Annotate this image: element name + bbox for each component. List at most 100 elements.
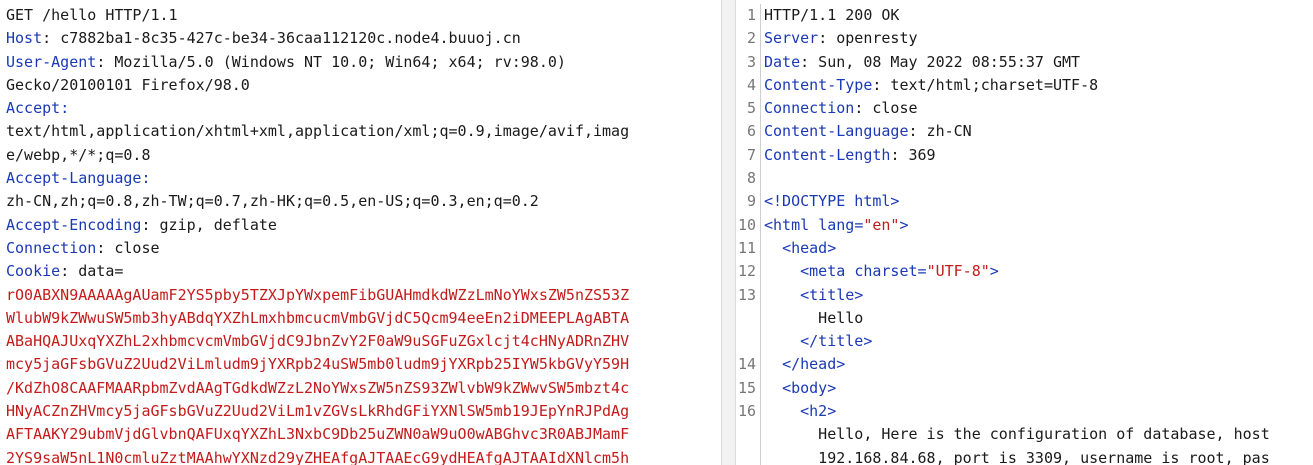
line-number: 13	[737, 285, 756, 304]
header-value: gzip, deflate	[159, 215, 277, 234]
code-token: <body>	[782, 378, 837, 397]
code-token: </title>	[800, 332, 873, 351]
line-number: 12	[737, 262, 756, 281]
code-text: <meta charset="UTF-8">	[764, 260, 999, 283]
response-line: 7 Content-Length: 369	[736, 143, 1313, 168]
cookie-value-line: 2YS9saW5nL1N0cmluZztMAAhwYXNzd29yZHEAfgA…	[6, 448, 630, 465]
response-line: </title>	[736, 330, 1313, 354]
line-number: 5	[746, 99, 756, 118]
line-number: 14	[737, 355, 756, 374]
code-token: 192.168.84.68, port is 3309, username is…	[764, 448, 1270, 465]
response-line: 5 Connection: close	[736, 97, 1313, 121]
code-token: <html	[764, 215, 819, 234]
gutter-divider	[760, 50, 761, 74]
code-token: : text/html;charset=UTF-8	[872, 75, 1099, 94]
code-token: =	[854, 215, 864, 234]
line-number: 16	[737, 402, 756, 421]
code-token: <meta	[800, 262, 855, 281]
response-line: 10 <html lang="en">	[736, 213, 1313, 237]
code-token: Hello	[764, 308, 864, 327]
header-value-continuation: zh-CN,zh;q=0.8,zh-TW;q=0.7,zh-HK;q=0.5,e…	[6, 192, 539, 211]
gutter-divider	[760, 213, 761, 237]
code-token: Server	[764, 29, 819, 48]
header-name: Connection	[6, 238, 97, 257]
gutter-divider	[760, 190, 761, 214]
code-token: charset	[854, 262, 918, 281]
gutter-divider	[760, 330, 761, 354]
gutter-divider	[760, 423, 761, 447]
response-line: 4 Content-Type: text/html;charset=UTF-8	[736, 73, 1313, 98]
response-line: 8	[736, 167, 1313, 191]
cookie-key: data=	[78, 262, 124, 281]
header-name: Accept	[6, 99, 61, 118]
response-line: 1 HTTP/1.1 200 OK	[736, 4, 1313, 28]
response-line: Hello	[736, 306, 1313, 331]
code-text: Content-Language: zh-CN	[764, 120, 972, 143]
response-line: 192.168.84.68, port is 3309, username is…	[736, 446, 1313, 465]
cookie-value-line: AFTAAKY29ubmVjdGlvbnQAFUxqYXZhL3NxbC9Db2…	[6, 425, 630, 444]
gutter-divider	[760, 376, 761, 401]
code-token: Content-Length	[764, 145, 891, 164]
code-token: <head>	[782, 238, 837, 257]
response-lines: 1 HTTP/1.1 200 OK 2 Server: openresty 3 Date:…	[736, 0, 1313, 465]
gutter-divider	[760, 73, 761, 98]
code-token: "en"	[863, 215, 900, 234]
code-token: </head>	[782, 355, 846, 374]
code-text: Hello	[764, 307, 863, 330]
gutter-divider	[760, 260, 761, 284]
line-number: 4	[746, 75, 756, 94]
response-line: 6 Content-Language: zh-CN	[736, 120, 1313, 144]
cookie-value-line: mcy5jaGFsbGVuZ2Uud2ViLmludm9jYXRpb24uSW5…	[6, 355, 630, 374]
code-token: : Sun, 08 May 2022 08:55:37 GMT	[800, 52, 1081, 71]
code-text: Connection: close	[764, 97, 918, 120]
gutter-divider	[760, 97, 761, 121]
header-value: Mozilla/5.0 (Windows NT 10.0; Win64; x64…	[114, 52, 566, 71]
header-name: Accept-Language	[6, 169, 142, 188]
response-line: 3 Date: Sun, 08 May 2022 08:55:37 GMT	[736, 50, 1313, 74]
gutter-divider	[760, 400, 761, 424]
gutter-divider	[760, 283, 761, 307]
line-number: 3	[746, 52, 756, 71]
code-text: <!DOCTYPE html>	[764, 190, 899, 213]
gutter-divider	[760, 167, 761, 191]
request-editor[interactable]: GET /hello HTTP/1.1 Host: c7882ba1-8c35-…	[0, 0, 721, 465]
code-token: Hello, Here is the configuration of data…	[764, 425, 1270, 444]
header-accept: Accept:	[6, 99, 70, 118]
gutter-divider	[760, 27, 761, 51]
code-token: : close	[854, 99, 918, 118]
header-user-agent: User-Agent: Mozilla/5.0 (Windows NT 10.0…	[6, 52, 566, 71]
code-token: Content-Type	[764, 75, 873, 94]
code-text: Hello, Here is the configuration of data…	[764, 423, 1270, 446]
cookie-value-line: rO0ABXN9AAAAAgAUamF2YS5pby5TZXJpYWxpemFi…	[6, 285, 630, 304]
response-line: 11 <head>	[736, 236, 1313, 261]
header-name: User-Agent	[6, 52, 97, 71]
code-text: </title>	[764, 330, 872, 353]
line-number: 6	[746, 122, 756, 141]
header-value-continuation: e/webp,*/*;q=0.8	[6, 145, 151, 164]
line-number	[736, 423, 756, 446]
cookie-value-line: HNyACZnZHVmcy5jaGFsbGVuZ2Uud2ViLm1vZGVsL…	[6, 402, 630, 421]
response-editor[interactable]: 1 HTTP/1.1 200 OK 2 Server: openresty 3 Date:…	[736, 0, 1313, 465]
header-value: c7882ba1-8c35-427c-be34-36caa112120c.nod…	[60, 29, 521, 48]
cookie-value-line: /KdZhO8CAAFMAARpbmZvdAAgTGdkdWZzL2NoYWxs…	[6, 378, 630, 397]
line-number: 8	[746, 169, 756, 188]
line-number: 15	[737, 378, 756, 397]
line-number: 2	[746, 29, 756, 48]
code-text: 192.168.84.68, port is 3309, username is…	[764, 447, 1270, 465]
pane-splitter[interactable]	[721, 0, 736, 465]
gutter-divider	[760, 446, 761, 465]
response-line: 2 Server: openresty	[736, 27, 1313, 51]
code-token: =	[917, 262, 927, 281]
response-line: 16 <h2>	[736, 400, 1313, 424]
response-line: Hello, Here is the configuration of data…	[736, 423, 1313, 447]
header-accept-language: Accept-Language:	[6, 169, 151, 188]
header-name: Host	[6, 29, 43, 48]
line-number	[736, 447, 756, 465]
code-token: <h2>	[800, 402, 837, 421]
header-name: Accept-Encoding	[6, 215, 142, 234]
code-text: </head>	[764, 353, 845, 376]
response-line: 13 <title>	[736, 283, 1313, 307]
header-value: close	[114, 238, 160, 257]
code-text: <title>	[764, 284, 863, 307]
